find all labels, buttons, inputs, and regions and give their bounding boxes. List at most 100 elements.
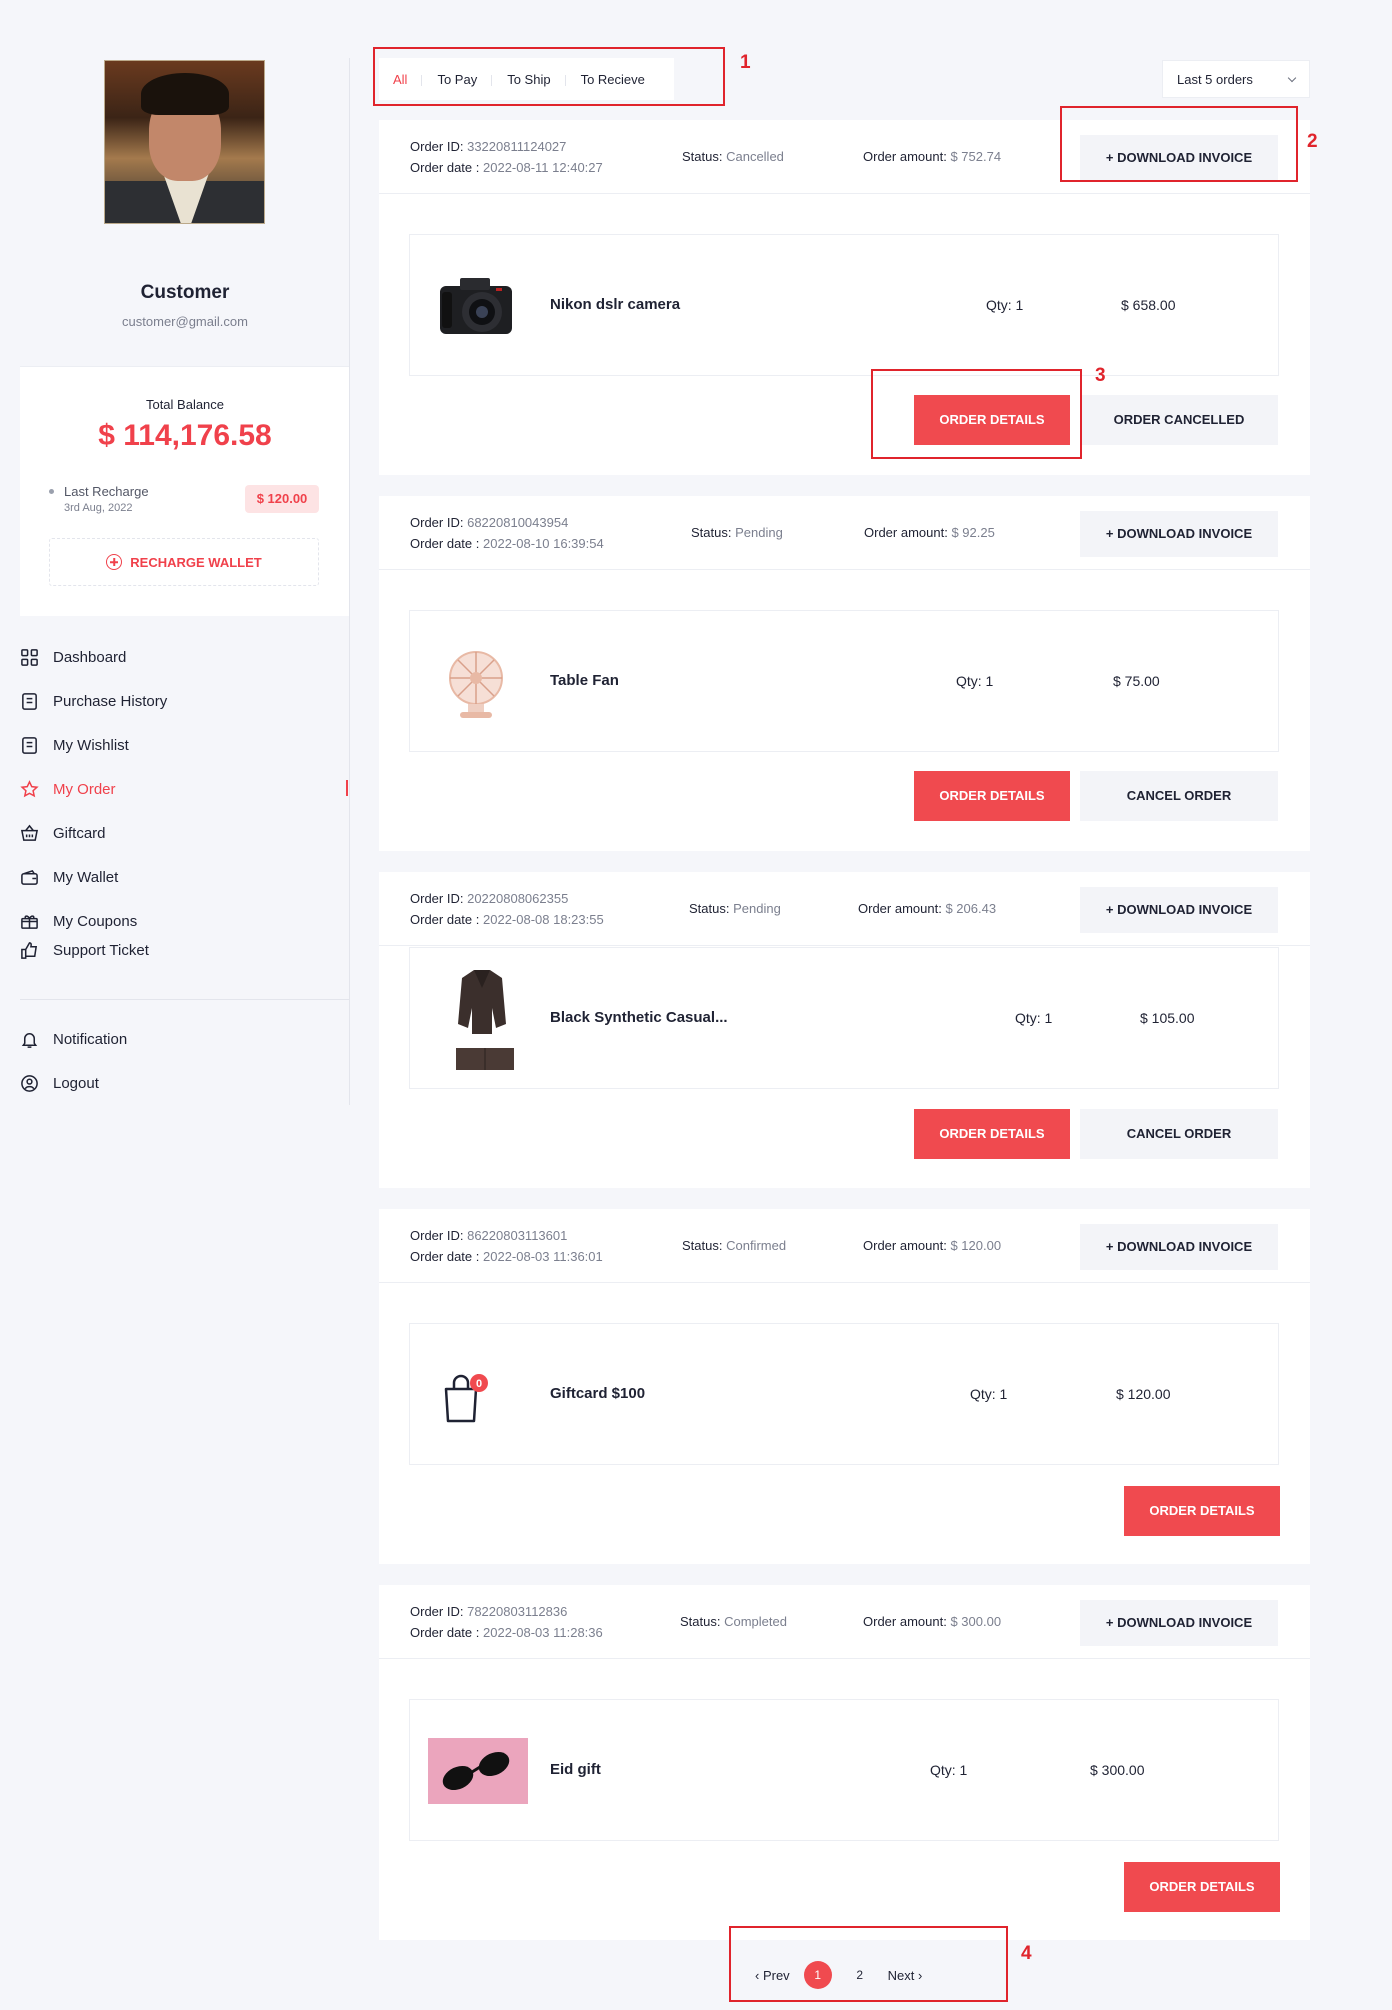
order-count-value: Last 5 orders <box>1177 71 1253 87</box>
sidebar-item-label: Logout <box>53 1074 99 1092</box>
sidebar-item-label: My Wishlist <box>53 736 129 754</box>
order-status: Status: Completed <box>680 1614 787 1629</box>
product-qty: Qty: 1 <box>1015 1010 1053 1026</box>
product-qty: Qty: 1 <box>986 297 1024 313</box>
download-invoice-button[interactable]: + DOWNLOAD INVOICE <box>1080 511 1278 557</box>
chevron-down-icon <box>1287 73 1297 82</box>
order-card: Order ID: 20220808062355 Order date : 20… <box>379 872 1310 1188</box>
order-details-button[interactable]: ORDER DETAILS <box>914 1109 1070 1159</box>
last-recharge-amount: $ 120.00 <box>245 485 319 513</box>
order-header: Order ID: 68220810043954 Order date : 20… <box>379 496 1310 570</box>
order-header: Order ID: 20220808062355 Order date : 20… <box>379 872 1310 946</box>
product-name[interactable]: Table Fan <box>550 672 619 689</box>
sunglasses-image <box>428 1738 528 1804</box>
order-header: Order ID: 78220803112836 Order date : 20… <box>379 1585 1310 1659</box>
sidebar-item-label: Support Ticket <box>53 941 149 959</box>
basket-icon <box>20 824 39 841</box>
annotation-box-download-invoice <box>1060 106 1298 182</box>
order-details-button[interactable]: ORDER DETAILS <box>914 771 1070 821</box>
order-date: Order date : 2022-08-03 11:36:01 <box>410 1249 603 1264</box>
customer-email: customer@gmail.com <box>122 314 248 329</box>
customer-name: Customer <box>140 282 230 303</box>
sidebar-item-dashboard[interactable]: Dashboard <box>20 644 126 670</box>
product-name[interactable]: Giftcard $100 <box>550 1385 645 1402</box>
order-id: Order ID: 68220810043954 <box>410 515 569 530</box>
wallet-icon <box>21 869 38 885</box>
recharge-wallet-label: RECHARGE WALLET <box>130 554 262 570</box>
product-price: $ 658.00 <box>1121 297 1176 313</box>
download-invoice-button[interactable]: + DOWNLOAD INVOICE <box>1080 1600 1278 1646</box>
sidebar-item-purchase-history[interactable]: Purchase History <box>20 688 167 714</box>
product-name[interactable]: Eid gift <box>550 1761 601 1778</box>
sidebar-item-coupons[interactable]: My Coupons <box>20 908 137 934</box>
cart-badge-count: 0 <box>476 1378 482 1390</box>
order-status: Status: Pending <box>691 525 783 540</box>
order-card: Order ID: 68220810043954 Order date : 20… <box>379 496 1310 851</box>
product-row: Eid gift Qty: 1 $ 300.00 <box>409 1699 1279 1841</box>
product-row: Table Fan Qty: 1 $ 75.00 <box>409 610 1279 752</box>
order-count-select[interactable]: Last 5 orders <box>1162 60 1310 98</box>
cancel-order-button[interactable]: CANCEL ORDER <box>1080 1109 1278 1159</box>
product-name[interactable]: Nikon dslr camera <box>550 296 680 313</box>
annotation-box-pagination <box>729 1926 1008 2002</box>
annotation-number: 3 <box>1095 365 1106 386</box>
sidebar: Customer customer@gmail.com Total Balanc… <box>20 0 350 1105</box>
sidebar-item-notification[interactable]: Notification <box>20 1026 127 1052</box>
total-balance-label: Total Balance <box>145 397 225 412</box>
product-qty: Qty: 1 <box>956 673 994 689</box>
sidebar-item-label: My Order <box>53 780 116 798</box>
sidebar-item-giftcard[interactable]: Giftcard <box>20 820 106 846</box>
active-item-marker <box>346 780 348 796</box>
sidebar-item-wishlist[interactable]: My Wishlist <box>20 732 129 758</box>
order-id: Order ID: 20220808062355 <box>410 891 569 906</box>
dashboard-icon <box>21 648 38 666</box>
suit-image <box>456 970 514 1070</box>
sidebar-item-my-order[interactable]: My Order <box>20 776 116 802</box>
order-cancelled-button[interactable]: ORDER CANCELLED <box>1080 395 1278 445</box>
order-amount: Order amount: $ 752.74 <box>863 149 1002 164</box>
coupon-icon <box>21 914 38 929</box>
cancel-order-button[interactable]: CANCEL ORDER <box>1080 771 1278 821</box>
plus-circle-icon <box>106 554 123 570</box>
download-invoice-button[interactable]: + DOWNLOAD INVOICE <box>1080 887 1278 933</box>
order-status: Status: Cancelled <box>682 149 784 164</box>
order-card: Order ID: 78220803112836 Order date : 20… <box>379 1585 1310 1940</box>
product-row: Nikon dslr camera Qty: 1 $ 658.00 <box>409 234 1279 376</box>
thumbs-up-icon <box>21 941 38 959</box>
shopping-bag-icon: 0 <box>444 1374 488 1423</box>
sidebar-item-wallet[interactable]: My Wallet <box>20 864 118 890</box>
sidebar-vertical-divider <box>349 58 350 1105</box>
product-row: 0 Giftcard $100 Qty: 1 $ 120.00 <box>409 1323 1279 1465</box>
order-id: Order ID: 86220803113601 <box>410 1228 568 1243</box>
order-details-button[interactable]: ORDER DETAILS <box>1124 1862 1280 1912</box>
product-qty: Qty: 1 <box>970 1386 1008 1402</box>
product-name[interactable]: Black Synthetic Casual... <box>550 1009 728 1026</box>
order-details-button[interactable]: ORDER DETAILS <box>1124 1486 1280 1536</box>
logout-icon <box>21 1074 38 1092</box>
bell-icon <box>21 1032 38 1048</box>
recharge-wallet-button[interactable]: RECHARGE WALLET <box>49 538 319 586</box>
sidebar-item-label: My Wallet <box>53 868 119 886</box>
bullet-icon <box>49 489 54 494</box>
camera-image <box>440 278 512 334</box>
sidebar-item-logout[interactable]: Logout <box>20 1070 99 1096</box>
star-icon <box>20 779 39 797</box>
annotation-box-tabs <box>373 47 725 106</box>
total-balance-value: $ 114,176.58 <box>98 419 272 452</box>
sidebar-item-support-ticket[interactable]: Support Ticket <box>20 937 149 963</box>
download-invoice-button[interactable]: + DOWNLOAD INVOICE <box>1080 1224 1278 1270</box>
annotation-number: 2 <box>1307 131 1318 152</box>
sidebar-item-label: My Coupons <box>53 912 138 930</box>
last-recharge-date: 3rd Aug, 2022 <box>64 502 133 514</box>
annotation-number: 4 <box>1021 1943 1032 1964</box>
order-amount: Order amount: $ 92.25 <box>864 525 995 540</box>
product-price: $ 120.00 <box>1116 1386 1171 1402</box>
annotation-box-order-details <box>871 369 1082 459</box>
order-status: Status: Pending <box>689 901 781 916</box>
product-price: $ 75.00 <box>1113 673 1160 689</box>
order-date: Order date : 2022-08-08 18:23:55 <box>410 912 604 927</box>
avatar <box>104 60 265 224</box>
order-header: Order ID: 86220803113601 Order date : 20… <box>379 1209 1310 1283</box>
order-id: Order ID: 78220803112836 <box>410 1604 568 1619</box>
order-status: Status: Confirmed <box>682 1238 787 1253</box>
